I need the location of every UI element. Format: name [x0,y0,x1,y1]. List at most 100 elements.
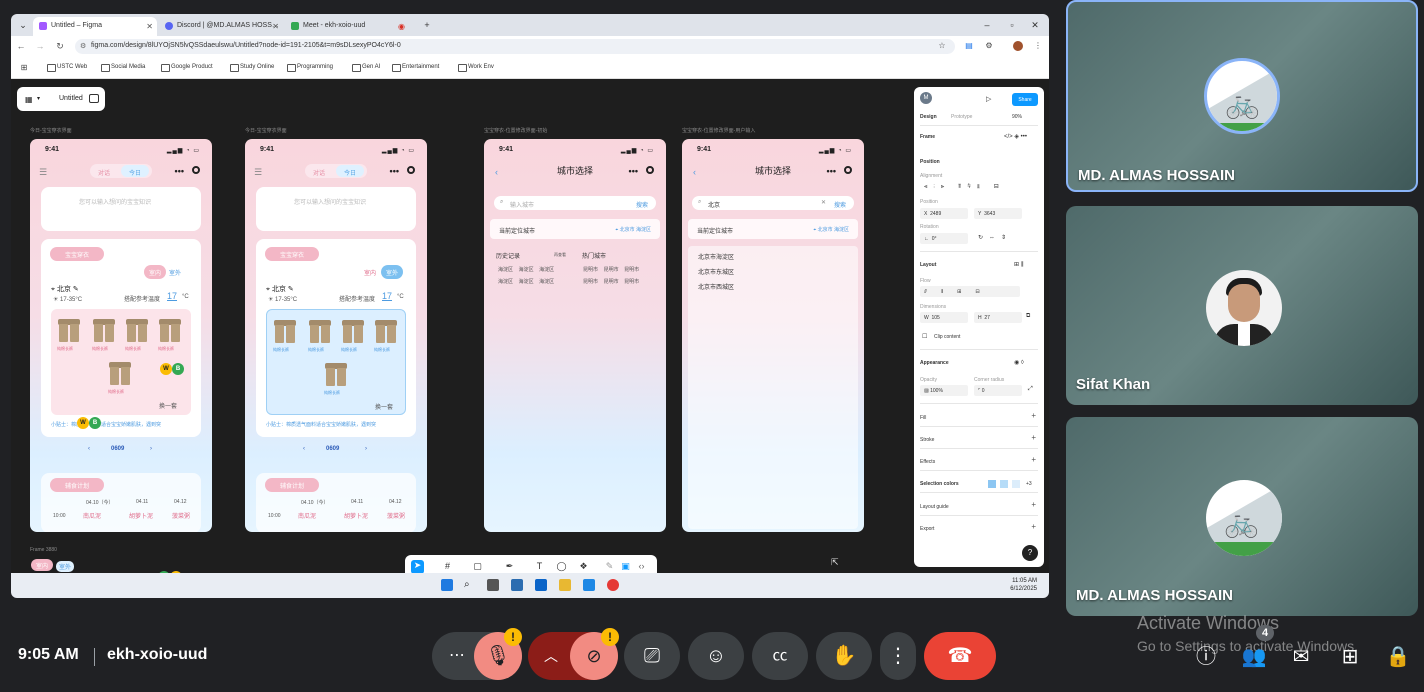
rotation-field[interactable]: ∟ 0° [920,233,968,244]
close-icon[interactable]: ✕ [146,22,153,31]
frame-label[interactable]: 宝宝穿衣-位置修改界面-用户输入 [682,127,755,134]
y-field[interactable]: Y 3643 [974,208,1022,219]
file-name[interactable]: Untitled [59,95,83,102]
height-field[interactable]: H 27 [974,312,1022,323]
prev-icon[interactable]: ‹ [88,446,90,452]
emoji-button[interactable]: ☺ [688,632,744,680]
color-swatch[interactable] [1012,480,1020,488]
menu-icon[interactable]: ☰ [254,167,262,178]
target-icon[interactable] [646,166,654,174]
info-icon[interactable]: ⓘ [1193,644,1219,670]
page-icon[interactable]: ▤ [964,41,974,51]
list-item[interactable]: 北京市东城区 [688,261,858,276]
add-guide-icon[interactable]: + [1031,500,1036,509]
figma-canvas[interactable]: ▦ ▾ Untitled 今日-宝宝穿衣界面 今日-宝宝穿衣界面 宝宝穿衣-位置… [11,79,1049,573]
frame-label[interactable]: Frame 3880 [30,547,57,553]
leave-call-button[interactable]: ☎ [924,632,996,680]
close-window-icon[interactable]: ✕ [1029,19,1041,31]
menu-icon[interactable]: ☰ [39,167,47,178]
panel-toggle-icon[interactable] [89,94,99,103]
host-controls-icon[interactable]: 🔒 [1385,644,1411,670]
phone-frame-city-input[interactable]: 9:41 ▂▄▆ ◔ ▭ ‹ 城市选择 ••• ⌕ 北京 ✕ 搜索 当前定位城市… [682,139,864,532]
clear-icon[interactable]: ✕ [821,199,826,206]
x-field[interactable]: X 2489 [920,208,968,219]
store-icon[interactable] [511,579,523,591]
color-swatch[interactable] [1000,480,1008,488]
taskbar-clock[interactable]: 11:05 AM 6/12/2025 [1010,577,1037,593]
target-icon[interactable] [844,166,852,174]
task-view-icon[interactable] [487,579,499,591]
current-location-row[interactable]: 当前定位城市 ⌖ 北京市 海淀区 [688,219,858,239]
bookmark-item[interactable]: USTC Web [47,64,87,72]
history-grid[interactable]: 海淀区 海淀区 海淀区 海淀区 海淀区 海淀区 [498,264,568,288]
opacity-field[interactable]: ▨ 100% [920,385,968,396]
frame-label[interactable]: 宝宝穿衣-位置修改界面-初始 [484,127,547,134]
add-export-icon[interactable]: + [1031,522,1036,531]
list-item[interactable]: 北京市海淀区 [688,246,858,261]
phone-frame-city-initial[interactable]: 9:41 ▂▄▆ ◔ ▭ ‹ 城市选择 ••• ⌕ 输入城市 搜索 当前定位城市… [484,139,666,532]
add-effect-icon[interactable]: + [1031,455,1036,464]
list-item[interactable]: 北京市西城区 [688,276,858,291]
move-tool-icon[interactable]: ➤ [411,560,424,573]
constrain-icon[interactable]: ⧉ [1026,313,1030,320]
file-explorer-icon[interactable] [559,579,571,591]
activities-icon[interactable]: ⊞ [1337,644,1363,670]
bookmark-item[interactable]: Study Online [230,64,274,72]
target-icon[interactable] [407,166,415,174]
more-icon[interactable]: ••• [629,166,638,176]
app-icon[interactable] [583,579,595,591]
more-icon[interactable]: ••• [390,166,399,176]
radius-field[interactable]: ⌜ 0 [974,385,1022,396]
eye-icon[interactable]: ◉ ◊ [1014,359,1024,366]
phone-frame-today[interactable]: 9:41 ▂▄▆ ◔ ▭ ☰ 对话 今日 ••• 您可以输入想问的宝宝知识 宝宝… [30,139,212,532]
extensions-icon[interactable]: ⚙ [984,41,994,51]
figma-file-menu[interactable]: ▦ ▾ Untitled [17,87,105,111]
more-icon[interactable]: ••• [827,166,836,176]
frame-tool-icon[interactable]: # [441,561,454,571]
frame-type[interactable]: Frame [920,134,935,140]
color-swatch[interactable] [988,480,996,488]
captions-button[interactable]: ㏄ [752,632,808,680]
search-icon[interactable]: ⌕ [464,579,476,591]
flip-icons[interactable]: ↻⇔⇕ [978,234,1012,241]
hot-cities-grid[interactable]: 昆明市 昆明市 昆明市 昆明市 昆明市 昆明市 [583,264,663,288]
more-options-icon[interactable]: ⋯ [440,632,474,680]
code-icon[interactable]: </> ◈ ••• [1004,133,1027,140]
bookmark-item[interactable]: Gen AI [352,64,380,72]
close-icon[interactable]: ✕ [272,22,279,31]
next-icon[interactable]: › [150,446,152,452]
more-icon[interactable]: ••• [175,166,184,176]
maximize-icon[interactable]: ▫ [1006,19,1018,31]
prev-icon[interactable]: ‹ [303,446,305,452]
play-icon[interactable]: ▷ [986,95,991,103]
draw-mode-icon[interactable]: ✎ [603,561,616,572]
tab-figma[interactable]: Untitled – Figma ✕ [33,17,157,36]
next-icon[interactable]: › [365,446,367,452]
rectangle-tool-icon[interactable]: ▢ [471,561,484,572]
segmented-control[interactable]: 对话 今日 [305,164,367,178]
flow-selector[interactable]: ⫻⦀⊞⊟ [920,286,1020,297]
profile-avatar[interactable] [1013,41,1023,51]
expand-icon[interactable]: ⤢ [1028,386,1033,393]
help-button[interactable]: ? [1022,545,1038,561]
layout-grid-icon[interactable]: ⊞ ⫼ [1014,261,1023,269]
more-vert-button[interactable]: ⋮ [880,632,916,680]
bookmark-item[interactable]: Entertainment [392,64,439,72]
pen-tool-icon[interactable]: ✒ [503,561,516,572]
forward-icon[interactable]: → [35,41,45,51]
phone-frame-today-selected[interactable]: 9:41 ▂▄▆ ◔ ▭ ☰ 对话 今日 ••• 您可以输入想问的宝宝知识 宝宝… [245,139,427,532]
width-field[interactable]: W 105 [920,312,968,323]
dev-mode-icon[interactable]: ‹› [635,561,648,571]
bookmark-star-icon[interactable]: ☆ [937,41,947,51]
figma-menu-icon[interactable]: ▦ [25,95,34,104]
participant-tile[interactable]: 🚲 MD. ALMAS HOSSAIN [1066,417,1418,616]
site-info-icon[interactable]: ⚙ [80,42,86,50]
tab-discord[interactable]: Discord | @MD.ALMAS HOSS… ✕ [159,17,283,36]
outlook-icon[interactable] [535,579,547,591]
back-icon[interactable]: ← [16,41,26,51]
comment-tool-icon[interactable]: ◯ [555,561,568,572]
add-fill-icon[interactable]: + [1031,411,1036,420]
participant-tile[interactable]: Sifat Khan [1066,206,1418,405]
new-tab-button[interactable]: + [421,19,433,31]
add-stroke-icon[interactable]: + [1031,433,1036,442]
